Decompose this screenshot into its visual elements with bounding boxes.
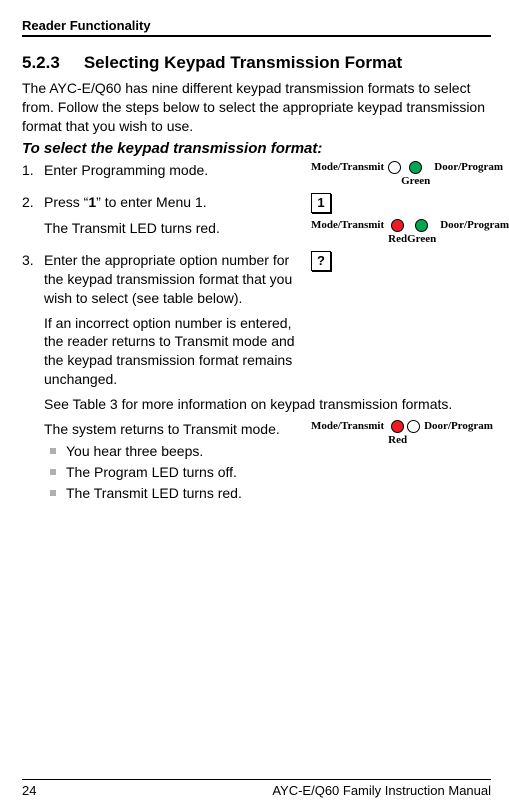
led-color-label: Green [407,233,436,245]
step-number: 2. [22,193,44,210]
list-item: The Transmit LED turns red. [44,483,305,504]
continuation-text: If an incorrect option number is entered… [44,314,311,390]
door-program-label: Door/Program [434,161,503,173]
list-item: You hear three beeps. [44,441,305,462]
step-number: 3. [22,251,44,268]
led-circle-icon [407,420,420,433]
step-number: 1. [22,161,44,178]
intro-paragraph: The AYC-E/Q60 has nine different keypad … [22,79,491,136]
bullet-icon [50,469,56,475]
mode-transmit-label: Mode/Transmit [311,219,384,231]
continuation-text: See Table 3 for more information on keyp… [44,395,491,414]
key-graphic: ? [311,251,491,271]
step-row: 1. Enter Programming mode. Mode/Transmit… [22,161,491,187]
step-subtext: The Transmit LED turns red. [44,219,311,238]
section-heading: 5.2.3 Selecting Keypad Transmission Forma… [22,53,491,73]
bullet-icon [50,448,56,454]
led-circle-icon [391,219,404,232]
keypad-key-icon: 1 [311,193,331,213]
mode-transmit-label: Mode/Transmit [311,161,384,173]
led-diagram: Mode/Transmit Green Door/Program [311,161,491,187]
step-text: Press “1” to enter Menu 1. [44,193,311,212]
led-color-label: Red [388,233,407,245]
continuation-text: The system returns to Transmit mode. You… [44,420,311,504]
led-circle-icon [409,161,422,174]
step-continuation: If an incorrect option number is entered… [22,314,491,390]
section-number: 5.2.3 [22,53,60,73]
page-footer: 24 AYC-E/Q60 Family Instruction Manual [22,779,491,798]
page-header: Reader Functionality [22,18,491,37]
step-row: 2. Press “1” to enter Menu 1. 1 [22,193,491,213]
led-circle-icon [388,161,401,174]
led-color-label: Green [401,175,430,187]
steps-list: 1. Enter Programming mode. Mode/Transmit… [22,161,491,510]
section-title: Selecting Keypad Transmission Format [84,53,402,72]
step-continuation: See Table 3 for more information on keyp… [22,395,491,414]
step-continuation: The system returns to Transmit mode. You… [22,420,491,504]
mode-transmit-label: Mode/Transmit [311,420,384,432]
manual-title: AYC-E/Q60 Family Instruction Manual [272,783,491,798]
page-number: 24 [22,783,36,798]
keypad-key-icon: ? [311,251,331,271]
step-text: Enter the appropriate option number for … [44,251,311,308]
procedure-heading: To select the keypad transmission format… [22,140,491,157]
led-circle-icon [415,219,428,232]
led-circle-icon [391,420,404,433]
led-color-label: Red [388,434,407,446]
result-list: You hear three beeps. The Program LED tu… [44,441,305,504]
led-diagram: Mode/Transmit Red Door/Program [311,420,491,446]
led-diagram: Mode/Transmit Red Green Door/Program [311,219,491,245]
step-subrow: The Transmit LED turns red. Mode/Transmi… [22,219,491,245]
door-program-label: Door/Program [424,420,493,432]
list-item: The Program LED turns off. [44,462,305,483]
step-text: Enter Programming mode. [44,161,311,180]
door-program-label: Door/Program [440,219,509,231]
key-graphic: 1 [311,193,491,213]
step-row: 3. Enter the appropriate option number f… [22,251,491,308]
bullet-icon [50,490,56,496]
